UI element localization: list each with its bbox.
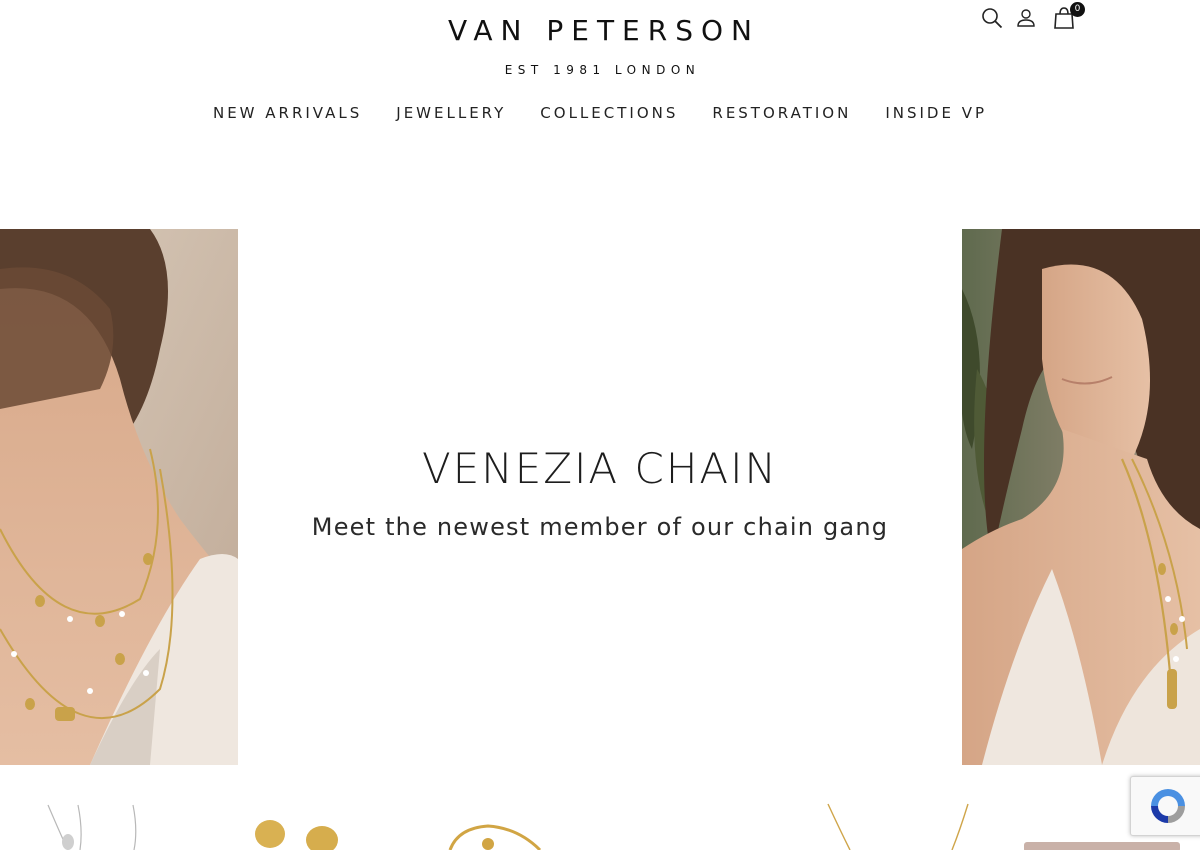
nav-item-jewellery[interactable]: JEWELLERY xyxy=(396,104,506,122)
nav-item-new-arrivals[interactable]: NEW ARRIVALS xyxy=(213,104,362,122)
hero-title: VENEZIA CHAIN xyxy=(422,444,778,493)
product-thumb-gold-earrings[interactable] xyxy=(250,800,350,850)
product-thumb-silver-necklace[interactable] xyxy=(38,800,158,850)
brand-tagline: EST 1981 LONDON xyxy=(504,63,701,77)
hero-image-left xyxy=(0,229,238,765)
hero-banner[interactable]: VENEZIA CHAIN Meet the newest member of … xyxy=(0,229,1200,765)
cart-button[interactable]: 0 xyxy=(1050,2,1085,32)
cart-count-badge: 0 xyxy=(1070,2,1085,17)
hero-image-right xyxy=(962,229,1200,765)
search-icon[interactable] xyxy=(978,4,1006,32)
site-header: VAN PETERSON EST 1981 LONDON 0 NEW ARRIV… xyxy=(0,0,1200,150)
nav-item-inside-vp[interactable]: INSIDE VP xyxy=(885,104,987,122)
product-strip xyxy=(0,800,1200,850)
recaptcha-icon xyxy=(1151,789,1185,823)
product-thumb-gold-chain[interactable] xyxy=(820,800,980,850)
nav-item-restoration[interactable]: RESTORATION xyxy=(712,104,851,122)
user-icon[interactable] xyxy=(1012,4,1040,32)
main-navigation: NEW ARRIVALS JEWELLERY COLLECTIONS RESTO… xyxy=(0,104,1200,122)
recaptcha-badge[interactable] xyxy=(1130,776,1200,836)
hero-subtitle: Meet the newest member of our chain gang xyxy=(311,513,889,541)
product-thumb-gold-bracelet[interactable] xyxy=(448,800,548,850)
hero-content: VENEZIA CHAIN Meet the newest member of … xyxy=(238,229,962,765)
nav-item-collections[interactable]: COLLECTIONS xyxy=(540,104,678,122)
header-icons: 0 xyxy=(978,2,1085,32)
